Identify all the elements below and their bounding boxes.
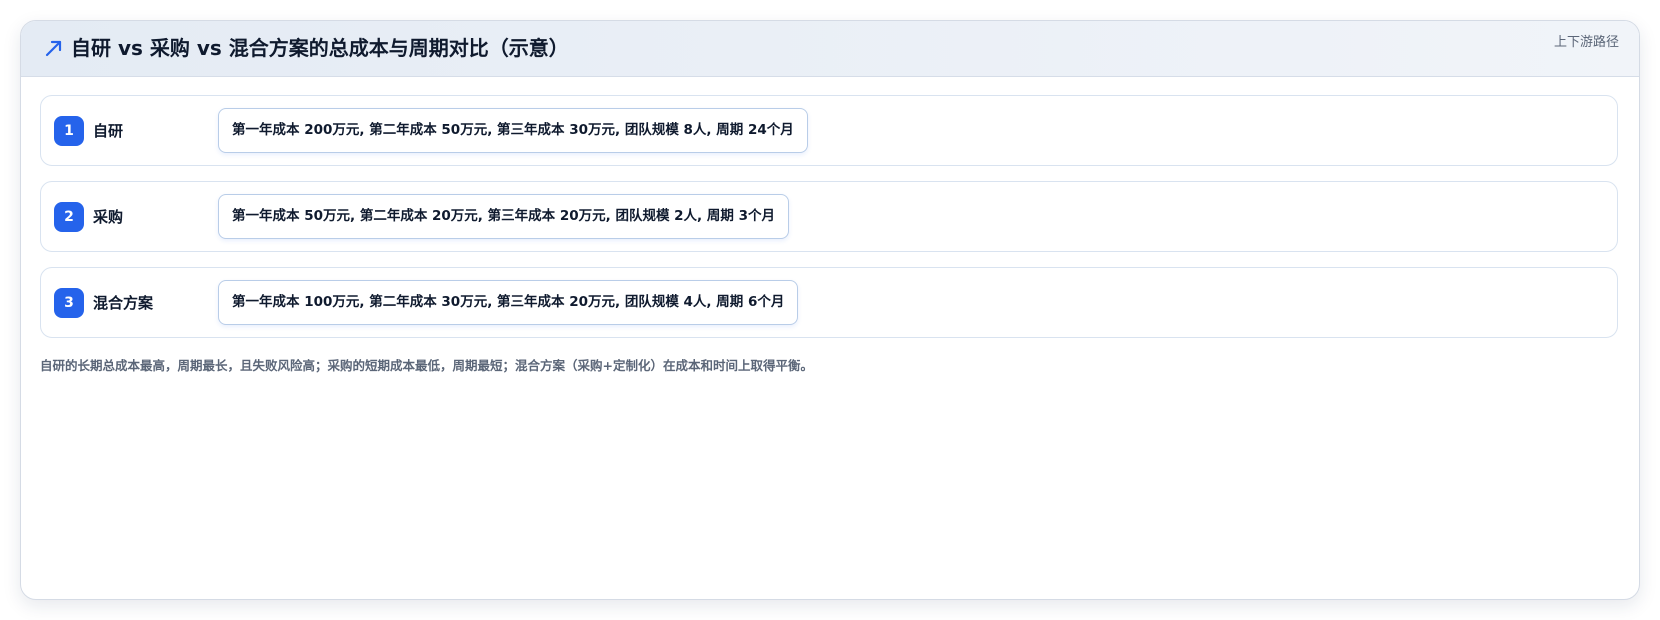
index-badge: 2	[54, 202, 84, 232]
cost-summary: 第一年成本 100万元, 第二年成本 30万元, 第三年成本 20万元, 团队规…	[218, 280, 799, 325]
list-item: 3 混合方案 第一年成本 100万元, 第二年成本 30万元, 第三年成本 20…	[40, 267, 1618, 338]
option-label: 自研	[93, 122, 124, 140]
index-badge: 3	[54, 288, 84, 318]
index-badge: 1	[54, 116, 84, 146]
page-title: 自研 vs 采购 vs 混合方案的总成本与周期对比（示意）	[71, 36, 569, 60]
card-header: 自研 vs 采购 vs 混合方案的总成本与周期对比（示意） 上下游路径	[21, 21, 1639, 77]
trend-arrow-icon	[45, 40, 62, 57]
footnote: 自研的长期总成本最高，周期最长，且失败风险高；采购的短期成本最低，周期最短；混合…	[40, 358, 813, 373]
list-item: 1 自研 第一年成本 200万元, 第二年成本 50万元, 第三年成本 30万元…	[40, 95, 1618, 166]
option-label: 混合方案	[93, 294, 154, 312]
option-label: 采购	[93, 208, 124, 226]
comparison-card: 自研 vs 采购 vs 混合方案的总成本与周期对比（示意） 上下游路径 1 自研…	[20, 20, 1640, 600]
cost-summary: 第一年成本 200万元, 第二年成本 50万元, 第三年成本 30万元, 团队规…	[218, 108, 808, 153]
category-tag: 上下游路径	[1553, 35, 1619, 50]
list-item: 2 采购 第一年成本 50万元, 第二年成本 20万元, 第三年成本 20万元,…	[40, 181, 1618, 252]
cost-summary: 第一年成本 50万元, 第二年成本 20万元, 第三年成本 20万元, 团队规模…	[218, 194, 789, 239]
